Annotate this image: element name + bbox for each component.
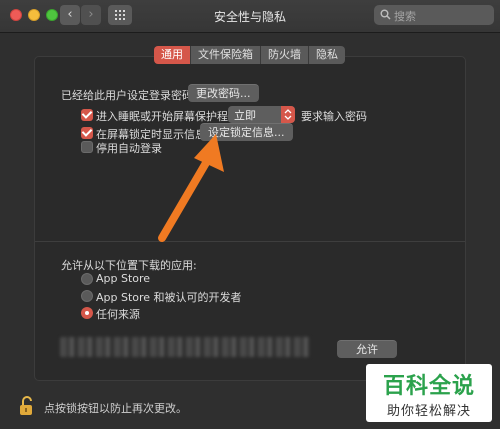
tab-general[interactable]: 通用 [154, 46, 191, 64]
require-password-delay-value: 立即 [234, 109, 256, 122]
radio-anywhere-label: 任何来源 [96, 308, 140, 321]
disable-autologin-checkbox[interactable] [81, 141, 93, 153]
tab-filevault[interactable]: 文件保险箱 [191, 46, 261, 64]
watermark-title: 百科全说 [382, 374, 475, 399]
radio-identified-developers[interactable] [81, 290, 93, 302]
radio-identified-developers-label: App Store 和被认可的开发者 [96, 291, 242, 304]
change-password-button[interactable]: 更改密码... [188, 84, 259, 102]
search-placeholder: 搜索 [394, 10, 416, 23]
allow-button[interactable]: 允许 [337, 340, 397, 358]
password-set-text: 已经给此用户设定登录密码 [61, 89, 193, 102]
annotation-arrow-icon [158, 134, 224, 242]
watermark-subtitle: 助你轻松解决 [386, 404, 471, 419]
tab-privacy[interactable]: 隐私 [309, 46, 345, 64]
search-field[interactable]: 搜索 [374, 5, 494, 25]
tab-firewall[interactable]: 防火墙 [261, 46, 309, 64]
lock-hint-text: 点按锁按钮以防止再次更改。 [44, 402, 187, 415]
radio-app-store[interactable] [81, 273, 93, 285]
radio-anywhere[interactable] [81, 307, 93, 319]
preferences-panel: 已经给此用户设定登录密码 更改密码... 进入睡眠或开始屏幕保护程序 立即 要求… [34, 56, 466, 381]
watermark-logo: 百科全说 助你轻松解决 [366, 364, 492, 422]
search-icon [380, 9, 391, 20]
radio-app-store-label: App Store [96, 272, 151, 285]
tab-bar: 通用 文件保险箱 防火墙 隐私 [154, 46, 345, 64]
show-message-checkbox[interactable] [81, 127, 93, 139]
redacted-text [60, 337, 310, 357]
section-divider [35, 241, 465, 242]
title-bar: ‹ › 安全性与隐私 搜索 [0, 0, 500, 33]
select-stepper-icon [281, 106, 295, 123]
require-password-label: 进入睡眠或开始屏幕保护程序 [96, 110, 239, 123]
require-password-checkbox[interactable] [81, 109, 93, 121]
require-password-delay-select[interactable]: 立即 [228, 106, 295, 123]
downloads-heading: 允许从以下位置下载的应用: [61, 259, 197, 272]
require-password-suffix: 要求输入密码 [301, 110, 367, 123]
unlocked-padlock-icon[interactable] [18, 396, 36, 416]
